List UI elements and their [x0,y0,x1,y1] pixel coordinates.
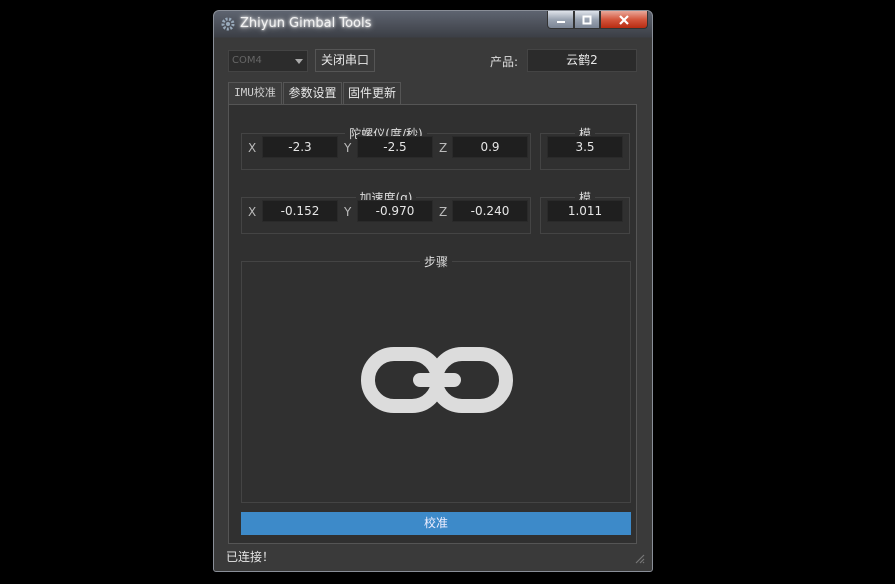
accel-x-label: X [248,205,257,219]
product-field: 云鹤2 [527,49,637,72]
chevron-down-icon [295,59,303,64]
tab-firmware-update[interactable]: 固件更新 [343,82,401,104]
imu-calibration-panel: 陀螺仪(度/秒) X -2.3 Y -2.5 Z 0.9 模 3.5 加速度(g… [228,104,637,544]
gyro-x-value: -2.3 [262,136,338,158]
accel-norm-group: 模 1.011 [540,191,630,234]
port-combo[interactable]: COM4 [228,50,308,72]
accel-x-value: -0.152 [262,200,338,222]
gyro-y-label: Y [344,141,352,155]
product-label: 产品: [490,55,519,69]
close-icon [619,14,629,25]
close-button[interactable] [600,11,648,29]
close-port-button[interactable]: 关闭串口 [315,49,375,72]
accel-z-label: Z [439,205,448,219]
calibrate-button[interactable]: 校准 [241,512,631,535]
accel-norm-value: 1.011 [547,200,623,222]
gyro-z-label: Z [439,141,448,155]
status-text: 已连接！ [226,550,275,564]
minimize-button[interactable] [547,11,574,29]
gyro-norm-value: 3.5 [547,136,623,158]
accel-y-label: Y [344,205,352,219]
accel-group: 加速度(g) X -0.152 Y -0.970 Z -0.240 [241,191,531,234]
accel-y-value: -0.970 [357,200,433,222]
gyro-x-label: X [248,141,257,155]
minimize-icon [556,20,565,23]
gyro-z-value: 0.9 [452,136,528,158]
window-title: Zhiyun Gimbal Tools [240,16,372,31]
accel-z-value: -0.240 [452,200,528,222]
steps-group: 步骤 [241,255,631,503]
app-window: Zhiyun Gimbal Tools COM4 关闭串口 产品: 云鹤2 IM… [213,10,653,572]
maximize-button[interactable] [574,11,600,29]
tab-parameter-settings[interactable]: 参数设置 [283,82,342,104]
app-gear-icon [221,17,235,31]
gyro-norm-group: 模 3.5 [540,127,630,170]
gyro-y-value: -2.5 [357,136,433,158]
tab-imu-calibration[interactable]: IMU校准 [228,82,282,105]
client-area: COM4 关闭串口 产品: 云鹤2 IMU校准 参数设置 固件更新 陀螺仪(度/… [218,38,648,567]
steps-title: 步骤 [419,255,452,269]
caption-buttons [547,11,648,29]
gyro-group: 陀螺仪(度/秒) X -2.3 Y -2.5 Z 0.9 [241,127,531,170]
maximize-icon [582,15,592,24]
resize-grip-icon[interactable] [633,552,645,564]
port-combo-value: COM4 [232,55,262,66]
steps-title-wrap: 步骤 [242,253,630,270]
title-bar[interactable]: Zhiyun Gimbal Tools [214,11,652,38]
link-icon [361,347,513,413]
